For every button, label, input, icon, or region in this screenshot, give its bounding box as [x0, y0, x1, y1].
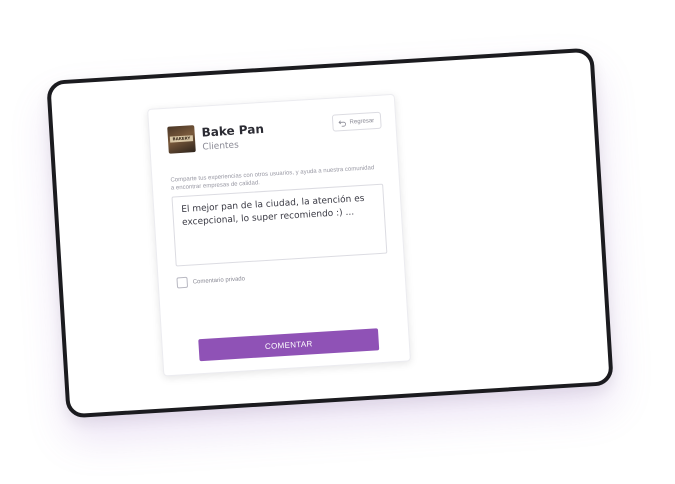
business-category: Clientes	[202, 140, 240, 153]
submit-comment-button[interactable]: COMENTAR	[198, 328, 380, 362]
private-comment-toggle[interactable]: Comentario privado	[176, 273, 246, 289]
review-card: BAKERY Bake Pan Clientes Regresar Compar…	[147, 93, 411, 377]
business-name: Bake Pan	[201, 121, 265, 140]
business-logo: BAKERY	[167, 125, 196, 154]
back-button-label: Regresar	[349, 117, 375, 126]
review-textarea[interactable]: El mejor pan de la ciudad, la atención e…	[171, 183, 388, 267]
screenshot-stage: BAKERY Bake Pan Clientes Regresar Compar…	[0, 0, 675, 484]
back-button[interactable]: Regresar	[332, 111, 382, 132]
business-logo-text: BAKERY	[169, 135, 194, 143]
private-comment-checkbox[interactable]	[176, 276, 189, 289]
private-comment-label: Comentario privado	[192, 275, 246, 285]
device-frame: BAKERY Bake Pan Clientes Regresar Compar…	[46, 47, 614, 419]
back-arrow-icon	[338, 119, 347, 127]
